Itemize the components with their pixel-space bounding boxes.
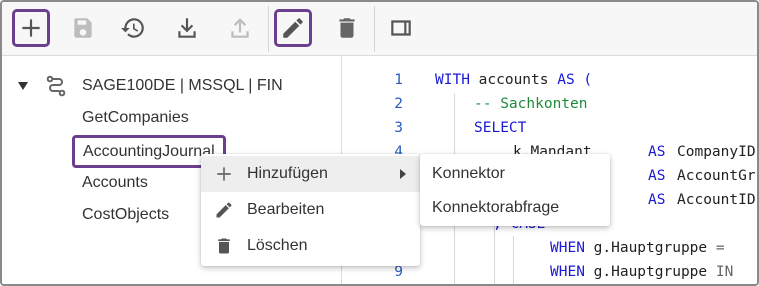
save-icon (74, 18, 92, 38)
toolbar (2, 2, 757, 56)
tree-item-accounts[interactable]: Accounts (82, 171, 148, 195)
trash-icon (213, 235, 235, 257)
punctuation: ( (574, 72, 593, 88)
identifier: AccountGr (677, 168, 756, 184)
plus-icon (213, 163, 235, 185)
trash-icon (339, 18, 355, 38)
keyword: AS (648, 144, 666, 160)
toolbar-divider (374, 6, 375, 52)
revert-button[interactable] (114, 9, 152, 47)
operator: = (715, 240, 725, 256)
menu-item-label: Konnektor (432, 165, 505, 182)
tree-item-label: AccountingJournal (83, 142, 215, 160)
upload-button[interactable] (221, 9, 259, 47)
context-menu: Hinzufügen Bearbeiten Löschen (201, 154, 420, 266)
context-submenu: Konnektor Konnektorabfrage (420, 154, 610, 226)
keyword: WHEN (550, 264, 585, 280)
pencil-icon (283, 18, 303, 38)
menu-item-label: Hinzufügen (247, 165, 328, 182)
history-icon (121, 18, 144, 38)
identifier: g.Hauptgruppe (584, 264, 716, 280)
comment: -- Sachkonten (474, 96, 588, 112)
keyword: AS (648, 192, 666, 208)
identifier: accounts (469, 72, 558, 88)
tree-item-costobjects[interactable]: CostObjects (82, 203, 169, 227)
download-button[interactable] (168, 9, 206, 47)
menu-item-label: Bearbeiten (247, 201, 325, 218)
line-number: 2 (394, 96, 403, 112)
indent-guide (513, 236, 514, 284)
code-line: 2 -- Sachkonten (343, 92, 587, 116)
line-number: 1 (394, 72, 403, 88)
identifier: g.Hauptgruppe (584, 240, 716, 256)
menu-item-label: Konnektorabfrage (432, 199, 560, 216)
menu-item-label: Löschen (247, 237, 308, 254)
edit-button[interactable] (274, 9, 312, 47)
keyword: SELECT (474, 120, 527, 136)
submenu-arrow-icon (400, 169, 406, 179)
keyword: WITH (435, 72, 470, 88)
tree-item-label: CostObjects (82, 206, 170, 223)
expand-caret-icon[interactable] (18, 82, 28, 90)
operator: IN (715, 264, 734, 280)
tree-item-label: Accounts (82, 174, 148, 191)
connection-icon (44, 74, 68, 98)
line-number: 3 (394, 120, 403, 136)
tree-item-getcompanies[interactable]: GetCompanies (82, 106, 189, 130)
upload-icon (231, 18, 249, 38)
tree-root-node[interactable]: SAGE100DE | MSSQL | FIN (18, 74, 283, 98)
add-button[interactable] (12, 9, 50, 47)
save-button[interactable] (64, 9, 102, 47)
menu-item-edit[interactable]: Bearbeiten (201, 192, 420, 228)
keyword: WHEN (550, 240, 585, 256)
line-number: 9 (394, 264, 403, 280)
side-panel-icon (391, 20, 411, 36)
identifier: AccountID (677, 192, 756, 208)
pencil-icon (213, 199, 235, 221)
code-line: 1 WITH accounts AS ( (343, 68, 592, 92)
tree-item-label: GetCompanies (82, 109, 189, 126)
tree-root-label: SAGE100DE | MSSQL | FIN (82, 77, 283, 94)
menu-item-add[interactable]: Hinzufügen (201, 156, 420, 192)
menu-item-delete[interactable]: Löschen (201, 228, 420, 264)
plus-icon (22, 19, 40, 37)
keyword: AS (648, 168, 666, 184)
delete-button[interactable] (328, 9, 366, 47)
code-line: 3 SELECT (343, 116, 526, 140)
submenu-item-connector[interactable]: Konnektor (420, 156, 610, 192)
app-window: SAGE100DE | MSSQL | FIN GetCompanies Acc… (0, 0, 759, 286)
identifier: CompanyID (677, 144, 756, 160)
keyword: AS (557, 72, 575, 88)
download-icon (178, 18, 196, 38)
submenu-item-connector-query[interactable]: Konnektorabfrage (420, 190, 610, 226)
toggle-panel-button[interactable] (382, 9, 420, 47)
toolbar-divider (268, 6, 269, 52)
